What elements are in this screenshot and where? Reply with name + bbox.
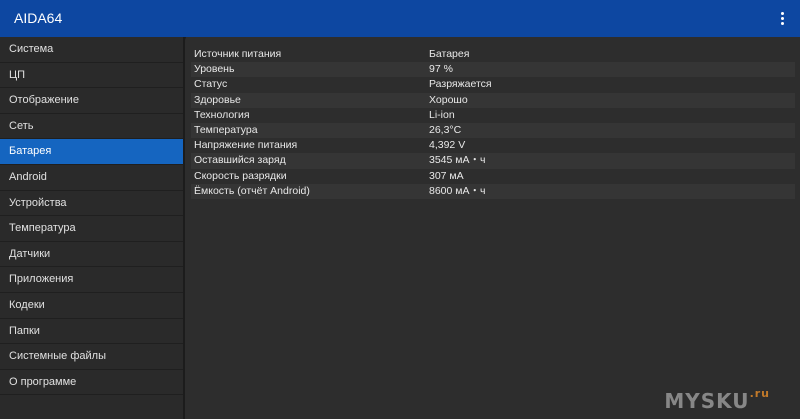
row-key: Здоровье bbox=[194, 93, 241, 106]
row-value: 97 % bbox=[429, 63, 453, 76]
row-key: Источник питания bbox=[194, 48, 282, 60]
sidebar-item-codecs[interactable]: Кодеки bbox=[0, 293, 183, 319]
app-bar: AIDA64 bbox=[0, 0, 800, 37]
overflow-menu-icon[interactable] bbox=[774, 6, 790, 31]
row-value: Батарея bbox=[429, 48, 470, 60]
row-key: Оставшийся заряд bbox=[194, 154, 286, 167]
row-key: Статус bbox=[194, 78, 228, 91]
table-row: Статус Разряжается bbox=[191, 77, 795, 92]
sidebar-item-about[interactable]: О программе bbox=[0, 370, 183, 396]
sidebar-item-apps[interactable]: Приложения bbox=[0, 267, 183, 293]
row-key: Ёмкость (отчёт Android) bbox=[194, 184, 310, 197]
sidebar-item-folders[interactable]: Папки bbox=[0, 319, 183, 345]
row-key: Скорость разрядки bbox=[194, 169, 287, 182]
row-key: Уровень bbox=[194, 63, 235, 76]
table-row: Напряжение питания 4,392 V bbox=[191, 138, 795, 153]
table-row: Уровень 97 % bbox=[191, 62, 795, 78]
app-title: AIDA64 bbox=[14, 10, 63, 26]
row-value: Li-ion bbox=[429, 108, 455, 121]
sidebar-item-system[interactable]: Система bbox=[0, 37, 183, 63]
sidebar-item-temperature[interactable]: Температура bbox=[0, 216, 183, 242]
row-value: 3545 мА・ч bbox=[429, 154, 486, 167]
row-key: Напряжение питания bbox=[194, 139, 298, 152]
table-row: Оставшийся заряд 3545 мА・ч bbox=[191, 153, 795, 169]
sidebar-item-display[interactable]: Отображение bbox=[0, 88, 183, 114]
table-row: Источник питания Батарея bbox=[191, 47, 795, 62]
table-row: Здоровье Хорошо bbox=[191, 92, 795, 108]
sidebar-item-devices[interactable]: Устройства bbox=[0, 191, 183, 217]
row-value: 4,392 V bbox=[429, 139, 466, 152]
sidebar-item-cpu[interactable]: ЦП bbox=[0, 63, 183, 89]
table-row: Ёмкость (отчёт Android) 8600 мА・ч bbox=[191, 183, 795, 199]
sidebar-item-sensors[interactable]: Датчики bbox=[0, 242, 183, 268]
row-key: Температура bbox=[194, 123, 258, 136]
row-key: Технология bbox=[194, 108, 250, 121]
watermark-logo: MYSKU.ru bbox=[664, 387, 770, 413]
sidebar-item-system-files[interactable]: Системные файлы bbox=[0, 344, 183, 370]
table-row: Температура 26,3°C bbox=[191, 122, 795, 139]
row-value: 8600 мА・ч bbox=[429, 184, 486, 197]
watermark-suffix: .ru bbox=[749, 387, 770, 400]
sidebar-item-battery[interactable]: Батарея bbox=[0, 139, 183, 165]
row-value: 307 мА bbox=[429, 169, 464, 182]
row-value: 26,3°C bbox=[429, 123, 462, 136]
sidebar-item-network[interactable]: Сеть bbox=[0, 114, 183, 140]
table-row: Скорость разрядки 307 мА bbox=[191, 169, 795, 184]
sidebar: Система ЦП Отображение Сеть Батарея Andr… bbox=[0, 37, 185, 419]
row-value: Разряжается bbox=[429, 78, 492, 91]
sidebar-item-android[interactable]: Android bbox=[0, 165, 183, 191]
battery-panel: Источник питания Батарея Уровень 97 % Ст… bbox=[186, 37, 800, 419]
row-value: Хорошо bbox=[429, 93, 468, 106]
battery-info-table: Источник питания Батарея Уровень 97 % Ст… bbox=[191, 47, 795, 199]
watermark-text: MYSKU bbox=[664, 389, 750, 413]
table-row: Технология Li-ion bbox=[191, 108, 795, 123]
